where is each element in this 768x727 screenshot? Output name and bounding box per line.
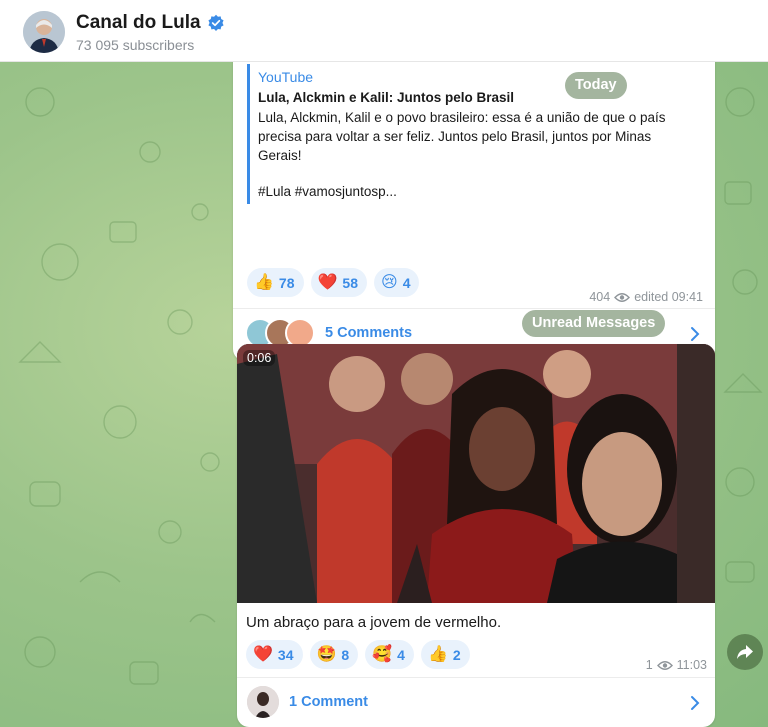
reactions-bar: 👍 78 ❤️ 58 😢 4 [247,268,420,297]
reactions-bar: ❤️ 34 🤩 8 🥰 4 👍 2 [246,640,470,669]
comments-divider [233,308,715,309]
share-arrow-icon [737,645,753,659]
reaction-star-struck[interactable]: 🤩 8 [309,640,359,669]
eye-icon [656,660,673,670]
chevron-right-icon[interactable] [689,326,701,342]
video-frame [237,344,715,603]
message-caption: Um abraço para a jovem de vermelho. [246,614,502,631]
heart-icon: ❤️ [253,645,273,663]
share-button[interactable] [727,634,763,670]
view-count: 404 [589,290,611,304]
subscriber-count: 73 095 subscribers [76,37,195,53]
eye-icon [614,292,631,302]
star-struck-icon: 🤩 [316,645,337,663]
reaction-heart[interactable]: ❤️ 58 [310,268,367,297]
reaction-count: 2 [452,646,461,663]
reaction-thumbs-up[interactable]: 👍 2 [420,640,470,669]
comments-label: 1 Comment [289,694,368,710]
edited-time: edited 09:41 [634,290,703,304]
preview-site: YouTube [258,69,314,85]
reaction-count: 58 [342,274,358,291]
preview-title: Lula, Alckmin e Kalil: Juntos pelo Brasi… [258,90,515,105]
love-face-icon: 🥰 [372,645,393,663]
reaction-crying[interactable]: 😢 4 [374,268,420,297]
reaction-count: 4 [397,646,405,663]
preview-description: Lula, Alckmin, Kalil e o povo brasileiro… [258,110,666,163]
message-video-post[interactable]: 0:06 Um abraço para a jovem de vermelho.… [237,344,715,727]
comments-button[interactable]: 1 Comment [247,686,368,718]
reaction-count: 4 [402,274,411,291]
message-meta: 404 edited 09:41 [589,290,703,304]
preview-tags: #Lula #vamosjuntosp... [258,184,397,199]
reaction-heart[interactable]: ❤️ 34 [246,640,303,669]
thumbs-up-icon: 👍 [254,273,274,291]
message-meta: 1 11:03 [646,658,707,672]
reaction-love-face[interactable]: 🥰 4 [365,640,414,669]
unread-messages-pill: Unread Messages [522,310,666,337]
view-count: 1 [645,658,653,672]
video-duration: 0:06 [243,350,276,366]
chat-area[interactable]: YouTube Lula, Alckmin e Kalil: Juntos pe… [0,62,768,727]
commenter-avatar [247,686,279,718]
reaction-count: 34 [277,646,294,663]
comments-label: 5 Comments [325,325,413,341]
channel-title: Canal do Lula [76,12,225,34]
channel-avatar[interactable] [23,11,65,53]
heart-icon: ❤️ [317,273,338,291]
thumbs-up-icon: 👍 [427,645,448,663]
channel-header[interactable]: Canal do Lula 73 095 subscribers [0,0,768,62]
verified-badge-icon [208,14,224,31]
channel-name: Canal do Lula [76,12,201,33]
video-thumbnail[interactable]: 0:06 [237,344,715,603]
chevron-right-icon[interactable] [689,695,701,711]
reaction-thumbs-up[interactable]: 👍 78 [247,268,304,297]
date-pill-today: Today [565,72,627,99]
reaction-count: 78 [278,274,295,291]
message-time: 11:03 [676,658,707,672]
crying-face-icon: 😢 [381,273,398,291]
comments-divider [237,677,715,678]
link-preview[interactable]: YouTube Lula, Alckmin e Kalil: Juntos pe… [247,64,699,204]
reaction-count: 8 [341,646,350,663]
